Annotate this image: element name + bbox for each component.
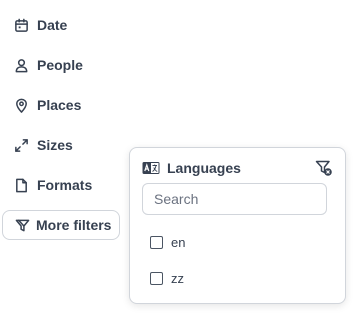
- expand-icon: [14, 138, 29, 153]
- filter-formats-label: Formats: [37, 177, 93, 193]
- checkbox[interactable]: [150, 235, 163, 249]
- map-pin-icon: [14, 98, 29, 113]
- filter-sizes-label: Sizes: [37, 137, 73, 153]
- language-option-label: en: [171, 234, 186, 250]
- filter-panel: Date People Places Sizes Formats More fi…: [0, 0, 361, 317]
- filter-places-label: Places: [37, 97, 82, 113]
- language-option-label: zz: [171, 270, 184, 286]
- file-icon: [14, 178, 29, 193]
- language-option-en[interactable]: en: [150, 232, 185, 252]
- more-filters-button[interactable]: More filters: [2, 210, 120, 240]
- more-filters-label: More filters: [36, 217, 112, 233]
- popover-title: Languages: [167, 160, 241, 176]
- checkbox[interactable]: [150, 271, 163, 285]
- filter-people[interactable]: People: [14, 54, 83, 76]
- filter-date-label: Date: [37, 17, 68, 33]
- filter-places[interactable]: Places: [14, 94, 81, 116]
- search-input[interactable]: [142, 183, 327, 215]
- calendar-icon: [14, 18, 29, 33]
- filter-date[interactable]: Date: [14, 14, 67, 36]
- person-icon: [14, 58, 29, 73]
- filter-formats[interactable]: Formats: [14, 174, 92, 196]
- filter-people-label: People: [37, 57, 83, 73]
- language-option-zz[interactable]: zz: [150, 268, 184, 288]
- languages-popover: Languages en zz: [129, 147, 346, 304]
- filter-icon: [15, 218, 30, 233]
- popover-header: Languages: [142, 158, 333, 178]
- language-icon: [142, 161, 160, 175]
- filter-sizes[interactable]: Sizes: [14, 134, 73, 156]
- filter-clear-icon[interactable]: [315, 159, 333, 177]
